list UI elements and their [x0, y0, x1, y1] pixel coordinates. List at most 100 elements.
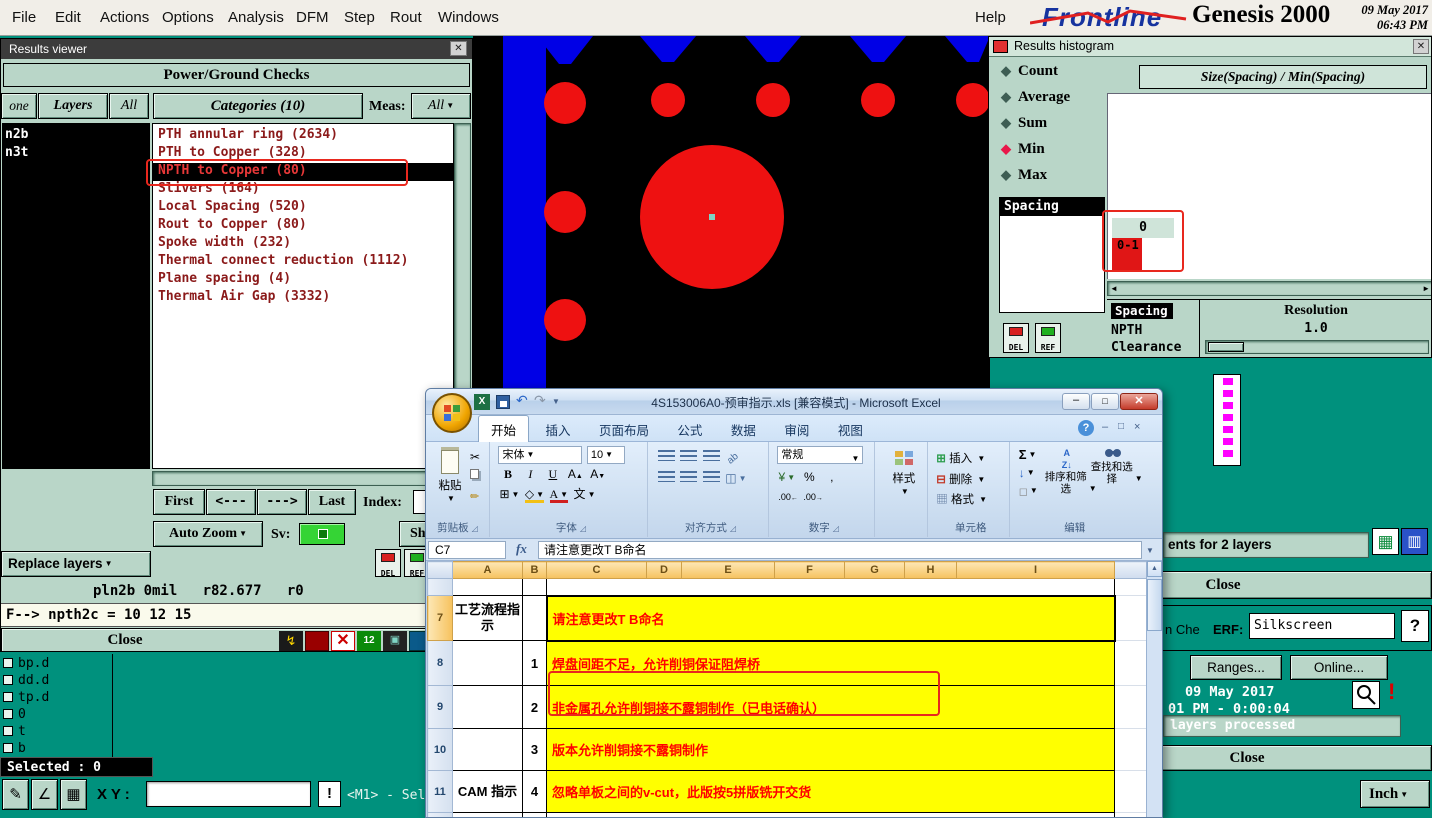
- cell-a11[interactable]: CAM 指示: [452, 770, 523, 813]
- sort-filter-button[interactable]: A Z↓ 排序和筛选 ▼: [1045, 447, 1097, 519]
- menu-help[interactable]: Help: [975, 9, 1006, 26]
- copy-icon[interactable]: [470, 469, 479, 479]
- accounting-format-icon[interactable]: ¥ ▼: [778, 469, 796, 486]
- cell-b7[interactable]: [522, 595, 547, 641]
- cell[interactable]: 版本允许削铜接不露铜制作: [546, 728, 1115, 771]
- layer-list-panel[interactable]: n2b n3t: [2, 123, 150, 469]
- column-header[interactable]: F: [774, 561, 845, 579]
- first-button[interactable]: First: [153, 489, 205, 515]
- menu-step[interactable]: Step: [344, 9, 375, 26]
- menu-edit[interactable]: Edit: [55, 9, 81, 26]
- align-left-icon[interactable]: [657, 471, 675, 482]
- zoom-tool-button[interactable]: [1352, 681, 1380, 709]
- auto-zoom-button[interactable]: Auto Zoom ▼: [153, 521, 263, 547]
- checkbox-icon[interactable]: [3, 708, 13, 719]
- scroll-thumb[interactable]: [1147, 579, 1162, 631]
- cell-a7[interactable]: 工艺流程指示: [452, 595, 523, 641]
- cell[interactable]: 1: [522, 640, 547, 686]
- histogram-hscrollbar[interactable]: ◄ ►: [1107, 281, 1431, 296]
- menu-rout[interactable]: Rout: [390, 9, 422, 26]
- alert-button[interactable]: !: [318, 781, 341, 807]
- layer-toggle-row[interactable]: bp.d: [0, 654, 112, 671]
- cell[interactable]: [1114, 640, 1147, 686]
- font-shrink-icon[interactable]: A▼: [589, 466, 606, 483]
- category-item[interactable]: Thermal connect reduction (1112): [153, 253, 453, 271]
- dialog-launcher-icon[interactable]: ◿: [472, 524, 478, 533]
- autosum-icon[interactable]: Σ: [1019, 447, 1027, 462]
- workbook-restore-icon[interactable]: □: [1118, 421, 1124, 432]
- cell[interactable]: [452, 728, 523, 771]
- category-item[interactable]: Local Spacing (520): [153, 199, 453, 217]
- merge-center-icon[interactable]: ◫ ▼: [725, 470, 746, 487]
- cell[interactable]: 3: [522, 728, 547, 771]
- close-icon[interactable]: ✕: [450, 41, 467, 56]
- xy-input[interactable]: [146, 781, 311, 807]
- measure-listbox[interactable]: Spacing: [999, 197, 1105, 313]
- tab-home[interactable]: 开始: [478, 415, 530, 444]
- formula-input[interactable]: 请注意更改T B命名: [538, 541, 1142, 559]
- grid-tool-button[interactable]: ▦: [60, 779, 87, 810]
- align-center-icon[interactable]: [680, 471, 698, 482]
- decrease-decimal-icon[interactable]: .00→: [803, 489, 823, 506]
- redo-icon[interactable]: ↷: [534, 392, 546, 409]
- menu-analysis[interactable]: Analysis: [228, 9, 284, 26]
- percent-icon[interactable]: %: [801, 469, 818, 486]
- tab-review[interactable]: 审阅: [772, 416, 821, 444]
- layer-item[interactable]: n3t: [2, 144, 150, 162]
- cell[interactable]: [1114, 595, 1147, 641]
- red-square-icon[interactable]: [305, 631, 329, 651]
- borders-icon[interactable]: ⊞ ▼: [499, 486, 519, 503]
- category-item[interactable]: PTH annular ring (2634): [153, 127, 453, 145]
- ref-button[interactable]: REF: [1035, 323, 1061, 353]
- checkbox-icon[interactable]: [3, 657, 13, 668]
- delete-result-button[interactable]: DEL: [375, 549, 401, 578]
- font-name-select[interactable]: 宋体 ▼: [498, 446, 583, 464]
- align-top-icon[interactable]: [657, 450, 675, 461]
- format-cells-button[interactable]: 格式: [951, 494, 974, 506]
- font-grow-icon[interactable]: A▲: [567, 466, 584, 483]
- phonetic-icon[interactable]: 文 ▼: [574, 486, 596, 503]
- layer-toggle-row[interactable]: t: [0, 722, 112, 739]
- stat-option-count[interactable]: ◆ Count: [1001, 63, 1105, 89]
- font-size-select[interactable]: 10 ▼: [586, 446, 625, 464]
- menu-options[interactable]: Options: [162, 9, 214, 26]
- category-hscrollbar[interactable]: [152, 471, 471, 486]
- clear-icon[interactable]: ◻: [1019, 486, 1028, 498]
- row-header[interactable]: 7: [427, 595, 453, 641]
- dialog-launcher-icon[interactable]: ◿: [580, 524, 586, 533]
- draw-tool-button[interactable]: ✎: [2, 779, 29, 810]
- cell[interactable]: [452, 640, 523, 686]
- align-bottom-icon[interactable]: [702, 450, 720, 461]
- category-item[interactable]: Rout to Copper (80): [153, 217, 453, 235]
- menu-windows[interactable]: Windows: [438, 9, 499, 26]
- menu-file[interactable]: File: [12, 9, 36, 26]
- layer-toggle-row[interactable]: dd.d: [0, 671, 112, 688]
- close-button[interactable]: Close: [90, 629, 160, 651]
- scroll-up-icon[interactable]: ▲: [1147, 561, 1162, 577]
- menu-actions[interactable]: Actions: [100, 9, 149, 26]
- sheet-vscrollbar[interactable]: ▲: [1146, 561, 1162, 817]
- row-header[interactable]: 9: [427, 685, 453, 729]
- delete-cells-button[interactable]: 删除: [949, 474, 972, 486]
- insert-cells-button[interactable]: 插入: [949, 453, 972, 465]
- cell[interactable]: 4: [522, 770, 547, 813]
- erf-input[interactable]: Silkscreen: [1249, 613, 1395, 639]
- column-header[interactable]: B: [522, 561, 547, 579]
- grid-view-button[interactable]: ▦: [1372, 528, 1399, 555]
- ranges-button[interactable]: Ranges...: [1190, 655, 1282, 680]
- underline-button[interactable]: U: [544, 466, 561, 483]
- column-header[interactable]: D: [646, 561, 682, 579]
- number-format-select[interactable]: 常规 ▼: [777, 446, 864, 464]
- stat-option-max[interactable]: ◆ Max: [1001, 167, 1105, 193]
- office-button[interactable]: [432, 393, 472, 433]
- align-right-icon[interactable]: [702, 471, 720, 482]
- tab-one[interactable]: one: [1, 93, 37, 119]
- measure-tool-button[interactable]: ∠: [31, 779, 58, 810]
- scroll-left-icon[interactable]: ◄: [1108, 282, 1118, 295]
- slider-thumb[interactable]: [1208, 342, 1244, 352]
- menu-dfm[interactable]: DFM: [296, 9, 329, 26]
- stat-option-average[interactable]: ◆ Average: [1001, 89, 1105, 115]
- undo-icon[interactable]: ↶: [516, 392, 528, 409]
- display-icon[interactable]: ▣: [383, 631, 407, 651]
- close-button[interactable]: ✕: [1120, 393, 1158, 410]
